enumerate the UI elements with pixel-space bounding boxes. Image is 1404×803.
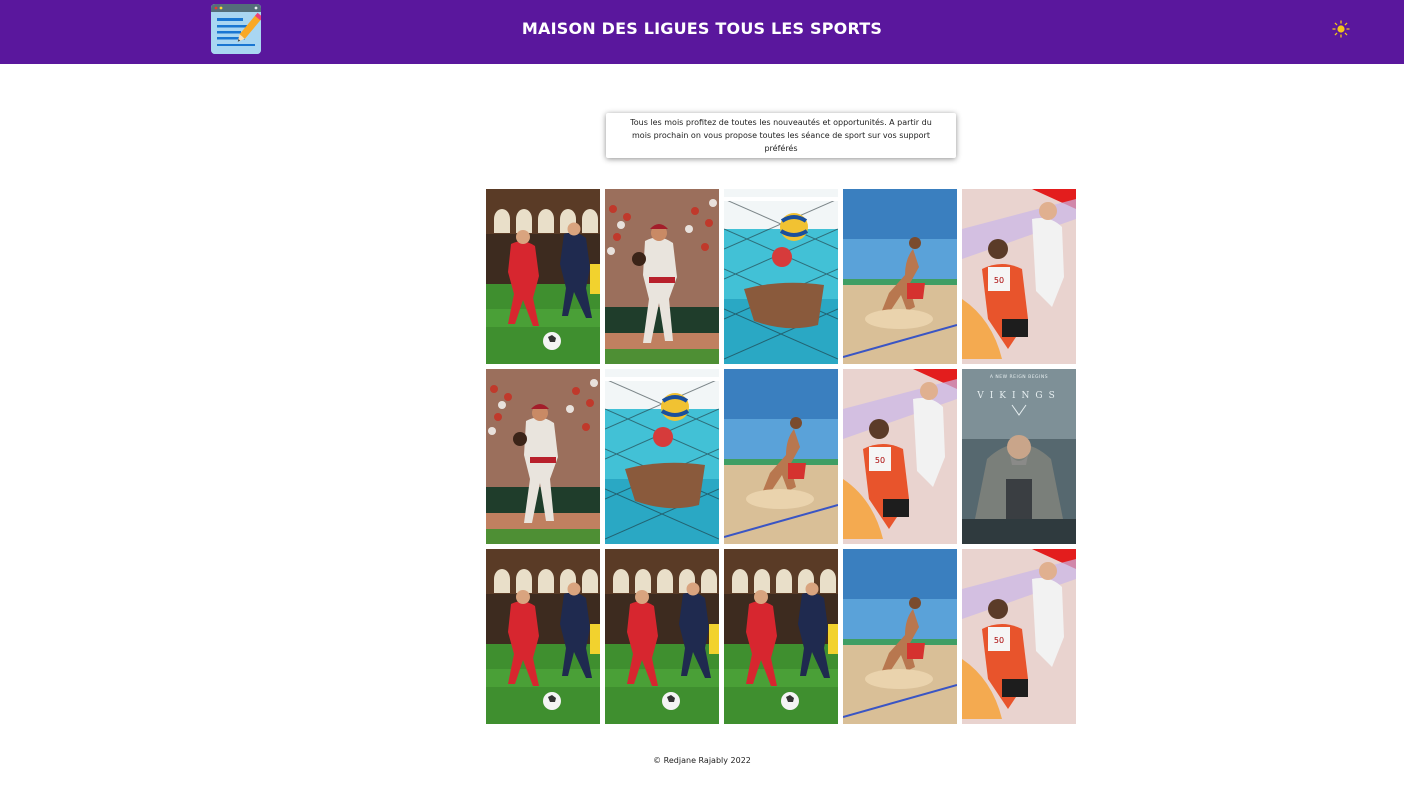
vikings-poster-image[interactable]: A NEW REIGN BEGINS VIKINGS <box>962 369 1076 544</box>
intro-text: Tous les mois profitez de toutes les nou… <box>630 118 932 153</box>
football-image[interactable] <box>605 549 719 724</box>
vikings-title: VIKINGS <box>976 391 1061 401</box>
athletics-image[interactable]: 50 <box>962 549 1076 724</box>
beach-soccer-image[interactable] <box>843 189 957 364</box>
site-title: MAISON DES LIGUES TOUS LES SPORTS <box>521 19 883 38</box>
beach-soccer-image[interactable] <box>843 549 957 724</box>
svg-text:50: 50 <box>875 456 885 465</box>
athletics-image[interactable]: 50 <box>962 189 1076 364</box>
svg-text:50: 50 <box>994 636 1004 645</box>
beach-soccer-image[interactable] <box>724 369 838 544</box>
top-header: MAISON DES LIGUES TOUS LES SPORTS <box>0 0 1404 64</box>
intro-card: Tous les mois profitez de toutes les nou… <box>606 113 956 158</box>
copyright-footer: © Redjane Rajably 2022 <box>653 756 751 765</box>
water-polo-image[interactable] <box>605 369 719 544</box>
sun-icon[interactable] <box>1332 20 1350 38</box>
football-image[interactable] <box>724 549 838 724</box>
vikings-tagline: A NEW REIGN BEGINS <box>990 374 1048 380</box>
water-polo-image[interactable] <box>724 189 838 364</box>
football-image[interactable] <box>486 189 600 364</box>
baseball-image[interactable] <box>605 189 719 364</box>
baseball-image[interactable] <box>486 369 600 544</box>
sports-gallery: 50 50 A NEW REIGN BEGINS VIKINGS 50 <box>486 189 1076 724</box>
football-image[interactable] <box>486 549 600 724</box>
svg-text:50: 50 <box>994 276 1004 285</box>
athletics-image[interactable]: 50 <box>843 369 957 544</box>
